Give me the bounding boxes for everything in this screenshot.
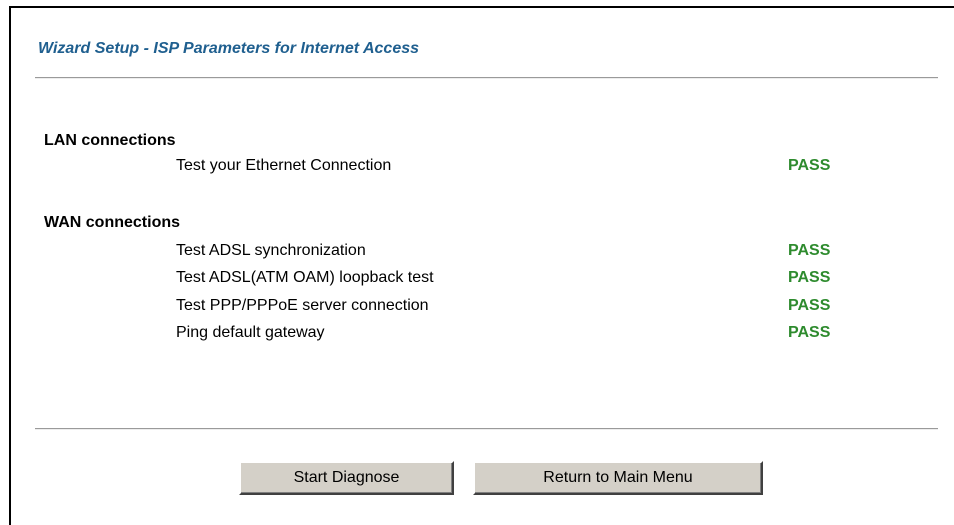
test-result-ping-gateway: PASS (788, 324, 831, 341)
test-result-ethernet: PASS (788, 157, 831, 174)
buttons-divider (35, 428, 938, 430)
page-title: Wizard Setup - ISP Parameters for Intern… (38, 40, 420, 57)
test-label-ppp-server: Test PPP/PPPoE server connection (176, 297, 429, 314)
test-label-ping-gateway: Ping default gateway (176, 324, 325, 341)
wizard-panel (9, 6, 954, 525)
test-label-ethernet: Test your Ethernet Connection (176, 157, 392, 174)
test-label-atm-oam: Test ADSL(ATM OAM) loopback test (176, 269, 434, 286)
test-result-ppp-server: PASS (788, 297, 831, 314)
test-result-atm-oam: PASS (788, 269, 831, 286)
title-divider (35, 77, 938, 79)
wan-section-heading: WAN connections (44, 214, 181, 231)
test-label-adsl-sync: Test ADSL synchronization (176, 242, 366, 259)
lan-section-heading: LAN connections (44, 132, 176, 149)
test-result-adsl-sync: PASS (788, 242, 831, 259)
start-diagnose-button[interactable]: Start Diagnose (239, 461, 454, 495)
return-to-main-menu-button[interactable]: Return to Main Menu (473, 461, 763, 495)
